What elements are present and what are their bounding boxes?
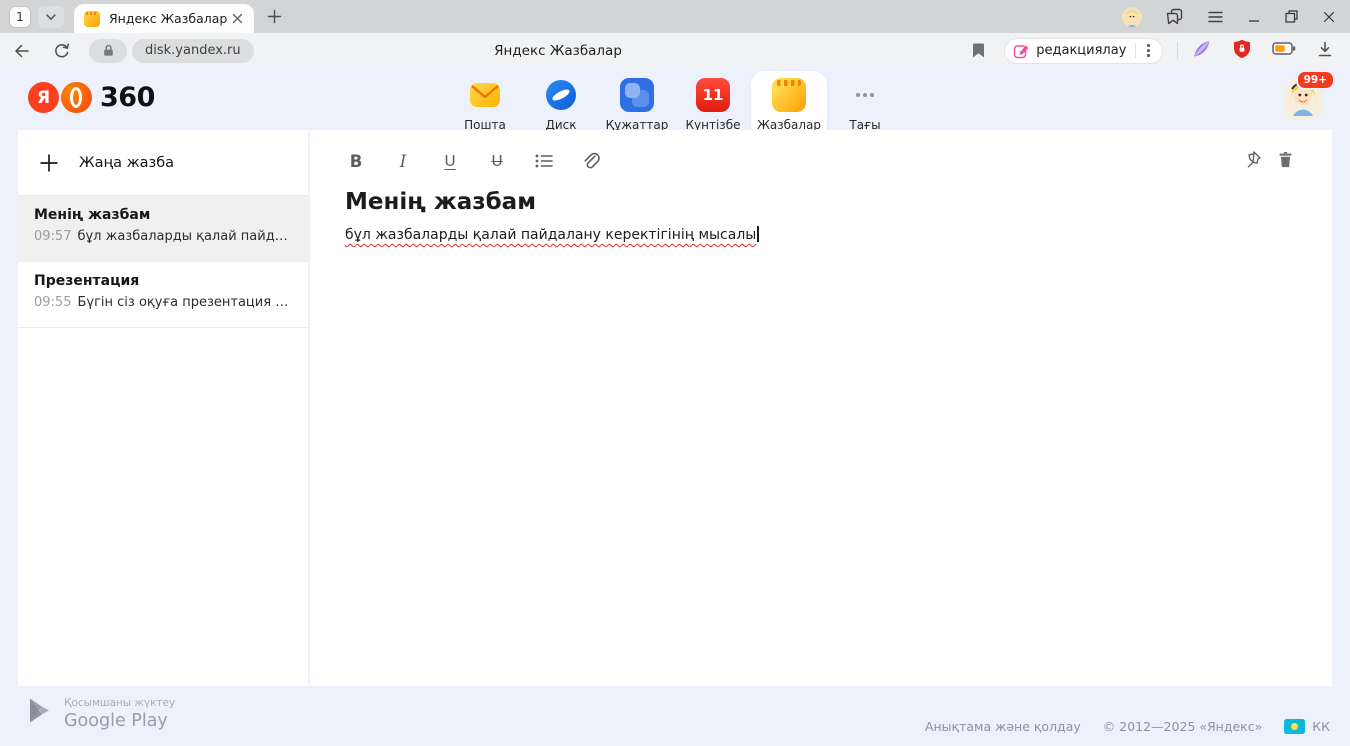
window-restore-button[interactable] xyxy=(1284,9,1299,24)
new-tab-button[interactable] xyxy=(266,8,283,25)
yandex360-logo[interactable]: Я 360 xyxy=(28,82,155,113)
addressbar-actions: редакциялау xyxy=(971,33,1350,68)
avatar-image xyxy=(1283,101,1323,120)
note-list-item[interactable]: Презентация 09:55 Бүгін сіз оқуға презен… xyxy=(18,262,308,328)
url-domain[interactable]: disk.yandex.ru xyxy=(132,39,254,63)
protect-shield-icon[interactable] xyxy=(1232,39,1252,63)
reload-button[interactable] xyxy=(53,42,71,60)
note-editor[interactable]: B I U U Менің жазбам бұл жазбаларды қала… xyxy=(310,130,1332,686)
note-title[interactable]: Менің жазбам xyxy=(345,189,536,215)
browser-window: 1 Яндекс Жазбалар xyxy=(0,0,1350,746)
kazakhstan-flag-icon xyxy=(1284,719,1305,734)
note-item-preview: бұл жазбаларды қалай пайдалану ке... xyxy=(77,229,292,244)
note-body[interactable]: бұл жазбаларды қалай пайдалану керектігі… xyxy=(345,226,759,243)
note-actions xyxy=(1243,146,1294,176)
app-docs[interactable]: Құжаттар xyxy=(599,71,675,138)
copyright-text: © 2012—2025 «Яндекс» xyxy=(1103,719,1262,734)
app-more[interactable]: Тағы xyxy=(827,71,903,138)
edit-pencil-icon xyxy=(1013,42,1030,59)
note-item-title: Менің жазбам xyxy=(34,207,292,223)
browser-menu-icon[interactable] xyxy=(1207,10,1224,24)
app-calendar[interactable]: 11 Күнтізбе xyxy=(675,71,751,138)
360-logo-icon xyxy=(61,82,92,113)
battery-icon[interactable] xyxy=(1272,39,1296,62)
note-item-preview: Бүгін сіз оқуға презентация дайында... xyxy=(77,295,292,310)
new-note-button[interactable]: Жаңа жазба xyxy=(18,130,308,196)
note-body-text: бұл жазбаларды қалай пайдалану керектігі… xyxy=(345,227,756,243)
notification-badge: 99+ xyxy=(1296,70,1335,90)
pin-note-button[interactable] xyxy=(1243,150,1262,173)
attach-file-button[interactable] xyxy=(581,151,601,171)
disk-icon xyxy=(544,78,578,112)
app-disk[interactable]: Диск xyxy=(523,71,599,138)
browser-tab[interactable]: Яндекс Жазбалар xyxy=(74,4,254,33)
yandex-logo-icon: Я xyxy=(28,82,59,113)
plus-icon xyxy=(266,8,283,25)
calendar-icon: 11 xyxy=(696,78,730,112)
page-footer: Қосымшаны жүктеу Google Play Анықтама жә… xyxy=(0,686,1350,746)
app-mail[interactable]: Пошта xyxy=(447,71,523,138)
note-list-item[interactable]: Менің жазбам 09:57 бұл жазбаларды қалай … xyxy=(18,196,308,262)
edit-chip-label: редакциялау xyxy=(1036,43,1126,58)
documents-icon xyxy=(620,78,654,112)
notes-favicon-icon xyxy=(84,11,100,27)
delete-note-button[interactable] xyxy=(1277,150,1294,172)
downloads-icon[interactable] xyxy=(1316,40,1334,62)
bold-button[interactable]: B xyxy=(346,152,366,171)
new-note-label: Жаңа жазба xyxy=(79,155,174,171)
note-item-time: 09:55 xyxy=(34,295,71,310)
app-notes[interactable]: Жазбалар xyxy=(751,71,827,138)
italic-button[interactable]: I xyxy=(393,152,413,171)
more-icon xyxy=(848,78,882,112)
bullet-list-button[interactable] xyxy=(534,152,554,170)
edit-mode-chip[interactable]: редакциялау xyxy=(1004,38,1163,64)
yandex360-header: Я 360 Пошта Диск Құжаттар 11 xyxy=(0,68,1350,130)
window-minimize-button[interactable] xyxy=(1247,10,1261,24)
user-avatar[interactable]: 99+ xyxy=(1283,76,1323,116)
language-code: КК xyxy=(1312,719,1330,734)
tab-strip: 1 Яндекс Жазбалар xyxy=(0,0,1350,33)
help-link[interactable]: Анықтама және қолдау xyxy=(925,719,1081,734)
notes-sidebar: Жаңа жазба Менің жазбам 09:57 бұл жазбал… xyxy=(18,130,308,686)
format-toolbar: B I U U xyxy=(346,146,628,176)
mail-icon xyxy=(468,78,502,112)
text-cursor xyxy=(757,226,758,242)
tab-list-button[interactable] xyxy=(38,6,64,28)
language-switcher[interactable]: КК xyxy=(1284,719,1330,734)
plus-icon xyxy=(39,153,59,173)
lock-icon xyxy=(101,43,116,58)
note-item-title: Презентация xyxy=(34,273,292,289)
site-security-button[interactable] xyxy=(89,39,127,63)
tab-groups-icon[interactable] xyxy=(1165,7,1184,26)
tab-counter[interactable]: 1 xyxy=(9,6,31,28)
notes-icon xyxy=(772,78,806,112)
back-button[interactable] xyxy=(12,42,31,60)
bookmark-icon[interactable] xyxy=(971,42,986,59)
app-switcher: Пошта Диск Құжаттар 11 Күнтізбе Жазбалар xyxy=(447,71,903,138)
alice-pen-icon[interactable] xyxy=(1191,39,1212,63)
tabstrip-controls xyxy=(1122,7,1336,27)
tab-close-icon[interactable] xyxy=(231,12,244,25)
tab-title: Яндекс Жазбалар xyxy=(109,11,231,26)
extension-icons xyxy=(1191,39,1334,63)
store-name: Google Play xyxy=(64,711,175,731)
note-item-time: 09:57 xyxy=(34,229,71,244)
footer-links: Анықтама және қолдау © 2012—2025 «Яндекс… xyxy=(925,719,1330,734)
google-play-link[interactable]: Қосымшаны жүктеу Google Play xyxy=(28,697,175,731)
google-play-icon xyxy=(28,697,52,724)
strikethrough-button[interactable]: U xyxy=(487,152,507,170)
store-caption: Қосымшаны жүктеу xyxy=(64,697,175,709)
chevron-down-icon xyxy=(43,9,59,25)
page-title: Яндекс Жазбалар xyxy=(494,43,622,59)
chip-more-icon[interactable] xyxy=(1144,44,1153,57)
window-close-button[interactable] xyxy=(1322,10,1336,24)
browser-profile-avatar[interactable] xyxy=(1122,7,1142,27)
underline-button[interactable]: U xyxy=(440,152,460,170)
address-bar: disk.yandex.ru Яндекс Жазбалар редакциял… xyxy=(0,33,1350,68)
logo-360-text: 360 xyxy=(100,82,155,113)
